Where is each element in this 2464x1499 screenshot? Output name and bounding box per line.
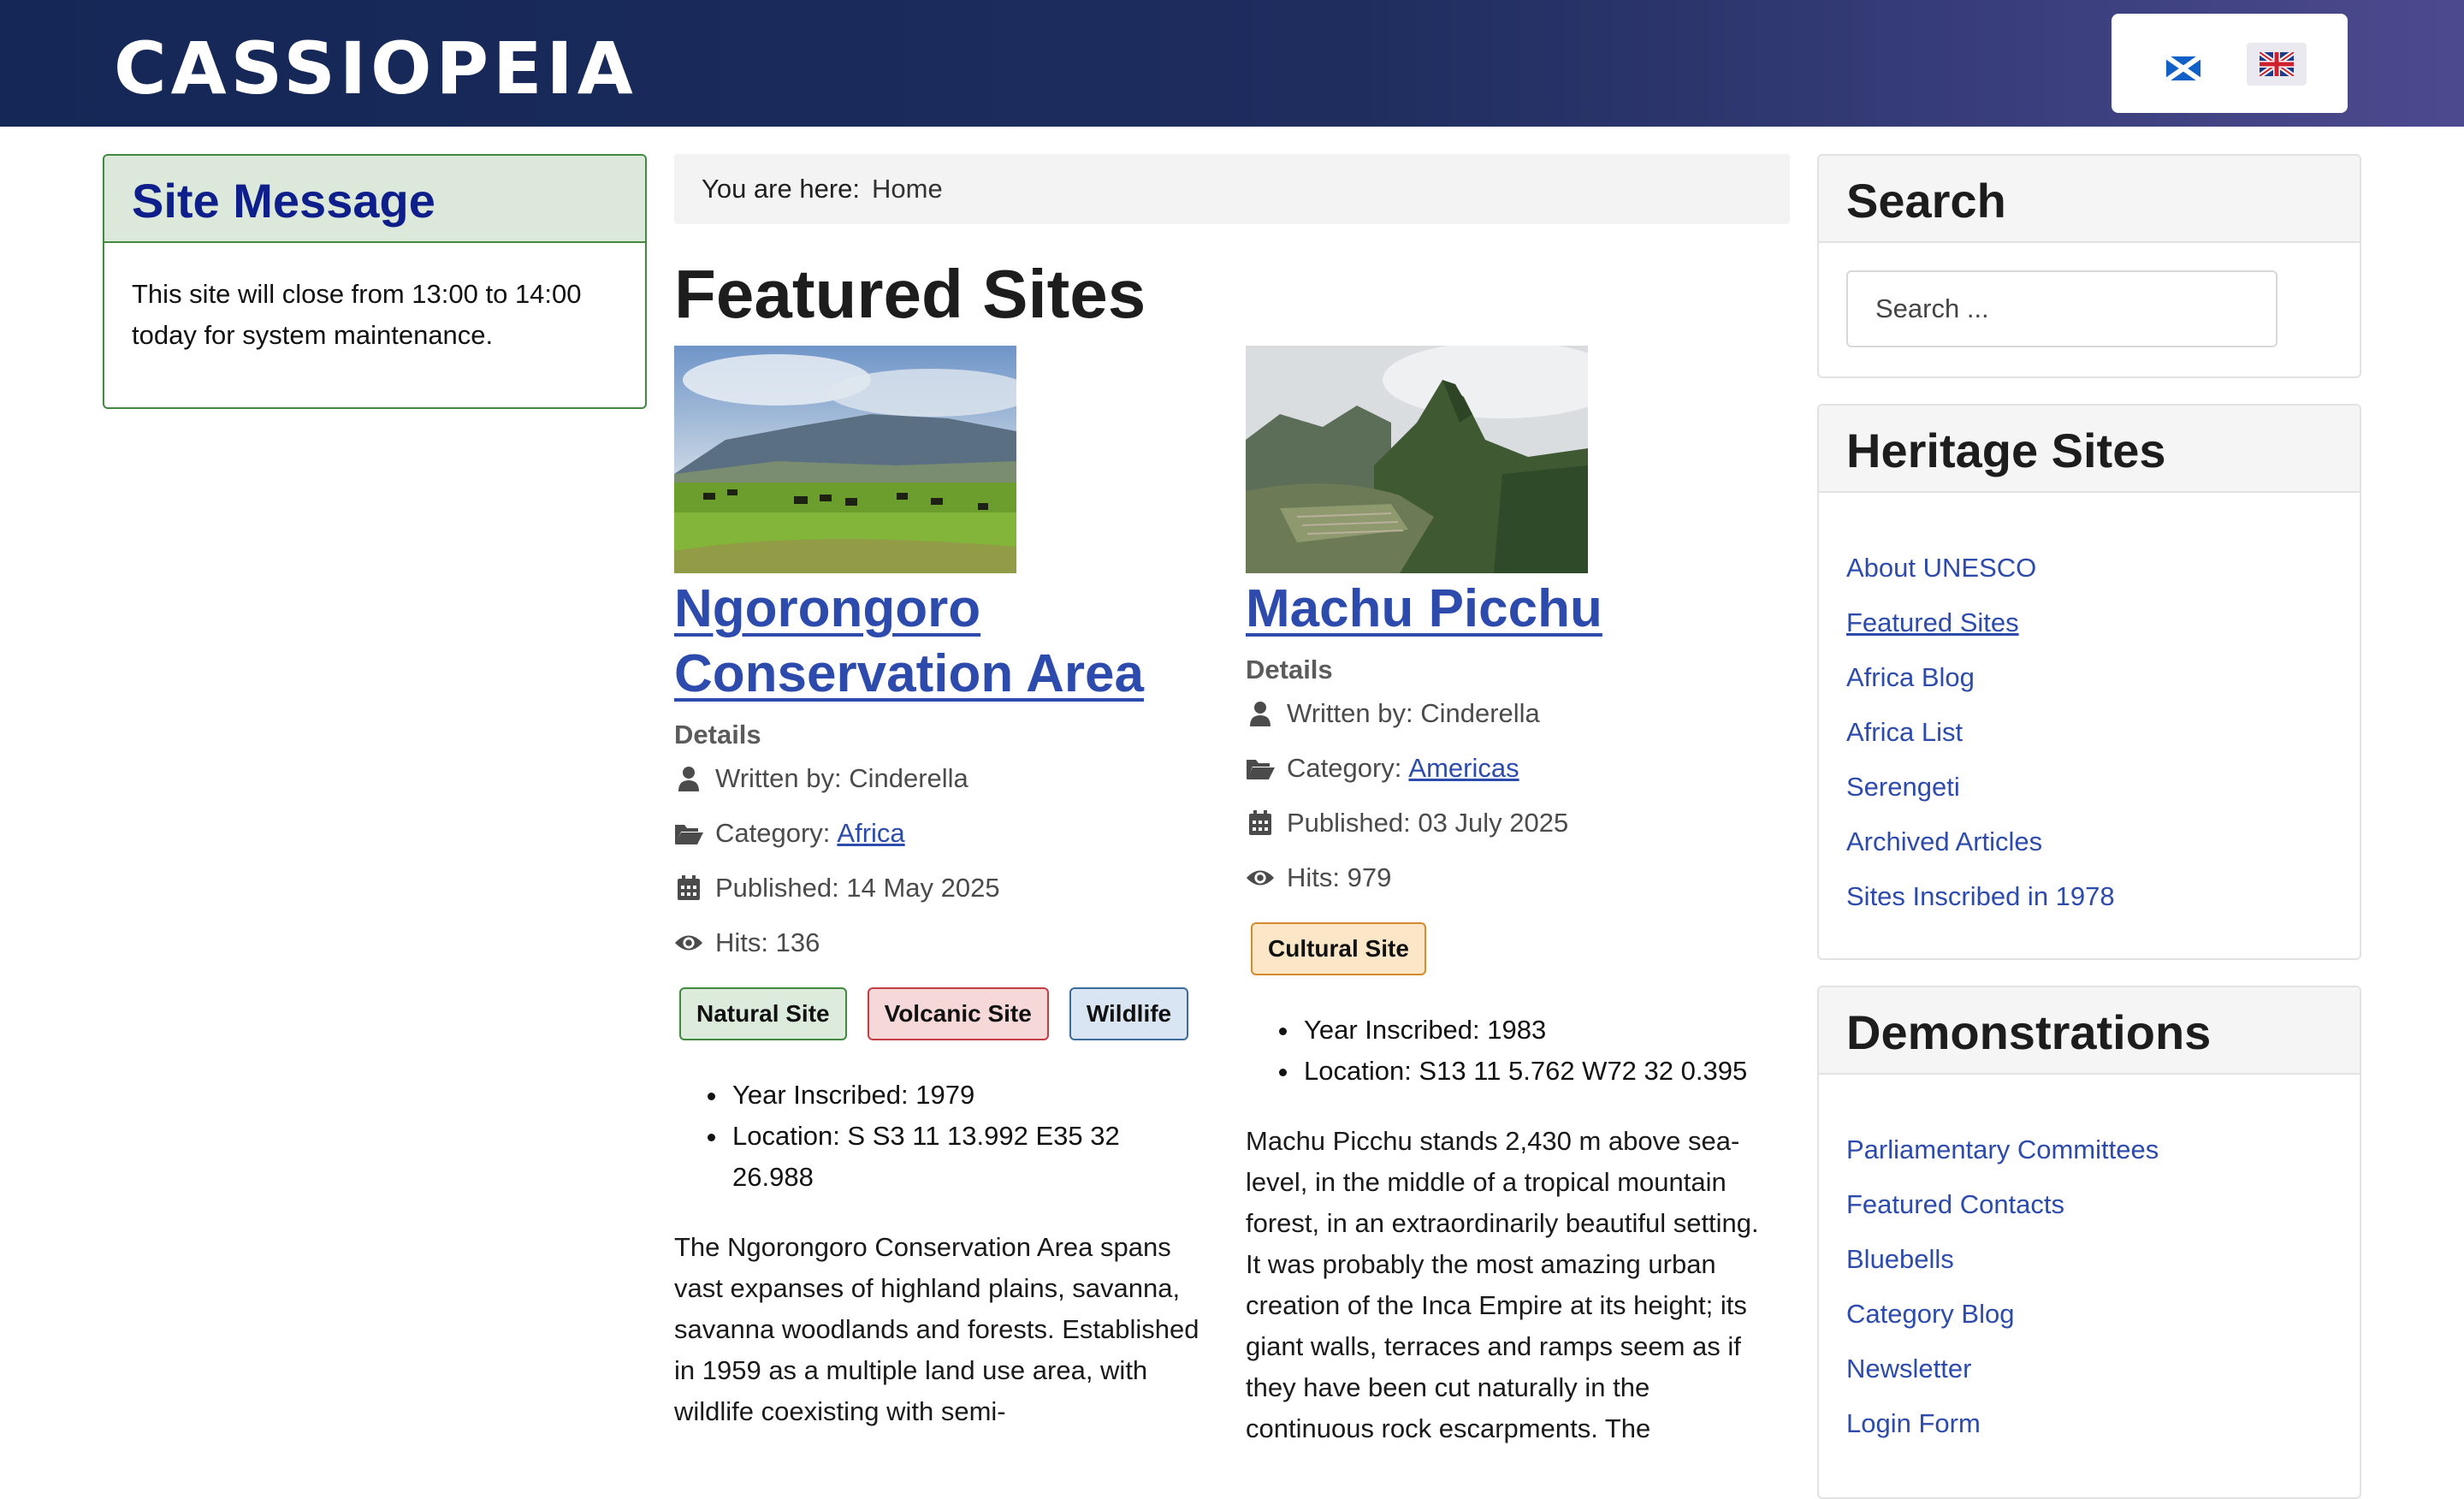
eye-icon [1246, 863, 1275, 892]
search-title: Search [1846, 174, 2006, 228]
article-published: Published: 14 May 2025 [674, 861, 1205, 915]
demonstrations-module: Demonstrations Parliamentary Committees … [1817, 986, 2361, 1499]
article-ngorongoro: Ngorongoro Conservation Area Details Wri… [674, 346, 1205, 1432]
menu-link-login-form[interactable]: Login Form [1846, 1408, 1981, 1438]
tag-natural-site[interactable]: Natural Site [679, 987, 847, 1040]
tag-volcanic-site[interactable]: Volcanic Site [867, 987, 1049, 1040]
menu-link-newsletter[interactable]: Newsletter [1846, 1354, 1971, 1383]
menu-link-featured-sites[interactable]: Featured Sites [1846, 607, 2019, 637]
menu-link-category-blog[interactable]: Category Blog [1846, 1299, 2014, 1329]
site-brand[interactable]: CASSIOPEIA [114, 26, 637, 111]
menu-item: Featured Sites [1846, 595, 2332, 650]
site-header: CASSIOPEIA [0, 0, 2464, 127]
article-hits: Hits: 136 [674, 915, 1205, 970]
category-link[interactable]: Americas [1408, 741, 1519, 796]
menu-item: Newsletter [1846, 1342, 2332, 1396]
tag-cultural-site[interactable]: Cultural Site [1251, 922, 1426, 975]
menu-item: Archived Articles [1846, 815, 2332, 869]
menu-link-africa-list[interactable]: Africa List [1846, 717, 1963, 747]
article-title-link[interactable]: Machu Picchu [1246, 577, 1776, 642]
article-category: Category: Africa [674, 806, 1205, 861]
article-intro: The Ngorongoro Conservation Area spans v… [674, 1232, 1199, 1426]
details-label: Details [674, 720, 761, 750]
eye-icon [674, 928, 703, 957]
heritage-sites-title: Heritage Sites [1846, 424, 2166, 477]
menu-link-featured-contacts[interactable]: Featured Contacts [1846, 1189, 2064, 1219]
menu-item: Sites Inscribed in 1978 [1846, 869, 2332, 924]
author-text: Written by: Cinderella [715, 763, 968, 793]
author-text: Written by: Cinderella [1287, 698, 1540, 728]
demonstrations-menu: Parliamentary Committees Featured Contac… [1819, 1075, 2360, 1451]
search-module: Search [1817, 154, 2361, 378]
page-title: Featured Sites [674, 256, 1146, 332]
breadcrumb-home: Home [872, 174, 943, 204]
search-module-header: Search [1819, 156, 2360, 243]
ngorongoro-image[interactable] [674, 346, 1016, 573]
article-tags: Cultural Site [1246, 922, 1776, 975]
menu-item: Featured Contacts [1846, 1177, 2332, 1232]
search-input[interactable] [1846, 270, 2277, 347]
menu-link-parliamentary-committees[interactable]: Parliamentary Committees [1846, 1135, 2159, 1164]
hits-text: Hits: 979 [1287, 862, 1392, 892]
folder-open-icon [1246, 754, 1275, 783]
published-text: Published: 14 May 2025 [715, 873, 1000, 903]
calendar-icon [1246, 809, 1275, 838]
user-icon [674, 764, 703, 793]
list-item: Year Inscribed: 1983 [1300, 1010, 1776, 1051]
list-item: Location: S13 11 5.762 W72 32 0.395 [1300, 1051, 1776, 1092]
article-facts: Year Inscribed: 1979 Location: S S3 11 1… [674, 1075, 1205, 1198]
site-message-header: Site Message [104, 156, 645, 243]
article-machu-picchu: Machu Picchu Details Written by: Cindere… [1246, 346, 1776, 1449]
details-label: Details [1246, 655, 1333, 684]
article-tags: Natural Site Volcanic Site Wildlife [674, 987, 1205, 1040]
tag-wildlife[interactable]: Wildlife [1069, 987, 1189, 1040]
menu-link-serengeti[interactable]: Serengeti [1846, 772, 1960, 802]
calendar-icon [674, 874, 703, 903]
article-title-link[interactable]: Ngorongoro Conservation Area [674, 577, 1205, 707]
article-published: Published: 03 July 2025 [1246, 796, 1776, 850]
article-author: Written by: Cinderella [674, 751, 1205, 806]
folder-open-icon [674, 819, 703, 848]
menu-link-about-unesco[interactable]: About UNESCO [1846, 553, 2036, 583]
list-item: Year Inscribed: 1979 [729, 1075, 1205, 1116]
article-author: Written by: Cinderella [1246, 686, 1776, 741]
uk-flag-icon[interactable] [2247, 43, 2307, 86]
menu-item: Category Blog [1846, 1287, 2332, 1342]
scotland-flag-icon[interactable] [2165, 54, 2202, 83]
menu-link-bluebells[interactable]: Bluebells [1846, 1244, 1954, 1274]
article-hits: Hits: 979 [1246, 850, 1776, 905]
menu-item: Serengeti [1846, 760, 2332, 815]
category-link[interactable]: Africa [837, 806, 904, 861]
category-label: Category: [715, 818, 831, 848]
heritage-sites-header: Heritage Sites [1819, 406, 2360, 493]
menu-item: Africa List [1846, 705, 2332, 760]
article-intro: Machu Picchu stands 2,430 m above sea-le… [1246, 1126, 1759, 1443]
published-text: Published: 03 July 2025 [1287, 808, 1569, 838]
menu-item: Africa Blog [1846, 650, 2332, 705]
article-facts: Year Inscribed: 1983 Location: S13 11 5.… [1246, 1010, 1776, 1092]
category-label: Category: [1287, 753, 1402, 783]
machu-picchu-image[interactable] [1246, 346, 1588, 573]
menu-link-africa-blog[interactable]: Africa Blog [1846, 662, 1975, 692]
menu-item: About UNESCO [1846, 541, 2332, 595]
article-category: Category: Americas [1246, 741, 1776, 796]
menu-link-sites-inscribed-1978[interactable]: Sites Inscribed in 1978 [1846, 881, 2115, 911]
site-message-card: Site Message This site will close from 1… [103, 154, 647, 409]
menu-item: Login Form [1846, 1396, 2332, 1451]
menu-link-archived-articles[interactable]: Archived Articles [1846, 827, 2042, 856]
demonstrations-title: Demonstrations [1846, 1005, 2212, 1059]
menu-item: Bluebells [1846, 1232, 2332, 1287]
site-message-title: Site Message [132, 174, 435, 228]
breadcrumb: You are here: Home [674, 154, 1790, 224]
site-message-text: This site will close from 13:00 to 14:00… [132, 279, 582, 350]
list-item: Location: S S3 11 13.992 E35 32 26.988 [729, 1116, 1205, 1198]
demonstrations-header: Demonstrations [1819, 987, 2360, 1075]
heritage-sites-module: Heritage Sites About UNESCO Featured Sit… [1817, 404, 2361, 960]
language-switcher [2112, 14, 2348, 113]
hits-text: Hits: 136 [715, 927, 820, 957]
menu-item: Parliamentary Committees [1846, 1123, 2332, 1177]
heritage-sites-menu: About UNESCO Featured Sites Africa Blog … [1819, 493, 2360, 924]
breadcrumb-label: You are here: [702, 174, 861, 204]
user-icon [1246, 699, 1275, 728]
